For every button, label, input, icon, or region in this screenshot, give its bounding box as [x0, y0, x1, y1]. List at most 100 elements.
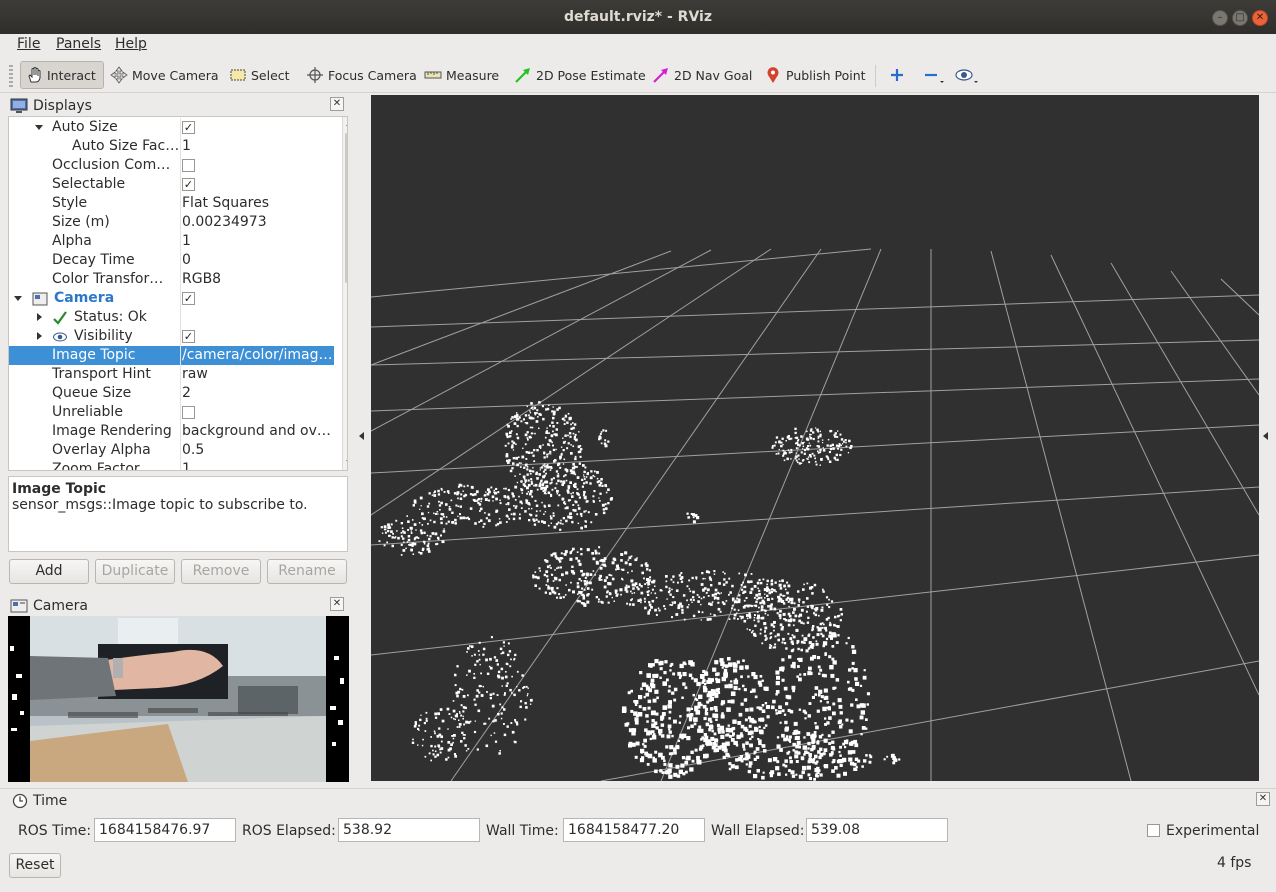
publish-point-tool-button[interactable]: Publish Point [760, 61, 870, 89]
property-key: Decay Time [9, 251, 180, 270]
displays-scrollbar[interactable] [342, 117, 347, 470]
clock-icon [12, 793, 28, 809]
property-value[interactable]: 0.00234973 [182, 213, 334, 232]
property-value[interactable]: raw [182, 365, 334, 384]
scroll-down-icon[interactable] [346, 460, 347, 465]
ros-time-label: ROS Time: [18, 823, 92, 839]
property-row-occlusion-com[interactable]: Occlusion Com… [9, 156, 334, 175]
add-button[interactable]: Add [9, 559, 89, 584]
wall-time-field[interactable]: 1684158477.20 [563, 818, 705, 842]
property-value[interactable]: 1 [182, 460, 334, 470]
property-value[interactable]: 1 [182, 137, 334, 156]
collapse-right-icon[interactable] [1263, 432, 1268, 440]
property-row-decay-time[interactable]: Decay Time 0 [9, 251, 334, 270]
3d-render-viewport[interactable] [371, 95, 1259, 781]
nav-goal-label: 2D Nav Goal [674, 67, 753, 83]
focus-camera-tool-button[interactable]: Focus Camera [302, 61, 421, 89]
property-checkbox[interactable] [182, 159, 195, 172]
scroll-up-icon[interactable] [346, 121, 347, 126]
reset-button[interactable]: Reset [9, 853, 61, 878]
menu-help[interactable]: Help [115, 36, 147, 52]
property-value[interactable]: 0 [182, 251, 334, 270]
property-row-visibility[interactable]: Visibility ✓ [9, 327, 334, 346]
grid-line [371, 250, 672, 366]
move-camera-tool-button[interactable]: Move Camera [106, 61, 223, 89]
pose-estimate-tool-button[interactable]: 2D Pose Estimate [510, 61, 650, 89]
camera-panel-title: Camera [33, 598, 88, 614]
column-divider [180, 270, 181, 289]
property-key-label: Style [52, 195, 88, 211]
grid-line [371, 378, 1259, 412]
wall-elapsed-field[interactable]: 539.08 [806, 818, 948, 842]
property-row-auto-size-fac[interactable]: Auto Size Fac… 1 [9, 137, 334, 156]
column-divider [180, 118, 181, 137]
property-row-alpha[interactable]: Alpha 1 [9, 232, 334, 251]
close-button[interactable]: ✕ [1252, 10, 1268, 26]
select-box-icon [230, 69, 246, 81]
property-checkbox[interactable]: ✓ [182, 292, 195, 305]
ros-time-field[interactable]: 1684158476.97 [94, 818, 236, 842]
property-value[interactable]: 1 [182, 232, 334, 251]
property-value[interactable]: background and ov… [182, 422, 334, 441]
property-key-label: Color Transfor… [52, 271, 164, 287]
property-value[interactable]: Flat Squares [182, 194, 334, 213]
select-label: Select [251, 67, 290, 83]
maximize-button[interactable]: □ [1232, 10, 1248, 26]
select-tool-button[interactable]: Select [225, 61, 294, 89]
measure-tool-button[interactable]: Measure [420, 61, 503, 89]
nav-goal-tool-button[interactable]: 2D Nav Goal [648, 61, 756, 89]
menu-file[interactable]: File [17, 36, 40, 52]
rename-button[interactable]: Rename [267, 559, 347, 584]
property-row-queue-size[interactable]: Queue Size 2 [9, 384, 334, 403]
property-checkbox[interactable]: ✓ [182, 178, 195, 191]
property-key: Auto Size Fac… [9, 137, 180, 156]
property-row-color-transfor[interactable]: Color Transfor… RGB8 [9, 270, 334, 289]
collapse-left-icon[interactable] [359, 432, 364, 440]
view-tool-button[interactable] [950, 61, 990, 89]
property-key: Color Transfor… [9, 270, 180, 289]
menu-panels[interactable]: Panels [56, 36, 101, 52]
property-value[interactable]: RGB8 [182, 270, 334, 289]
left-splitter[interactable] [356, 95, 368, 781]
property-checkbox[interactable] [182, 406, 195, 419]
toolbar-grip[interactable] [9, 65, 13, 87]
ros-elapsed-field[interactable]: 538.92 [338, 818, 480, 842]
property-value[interactable] [182, 308, 334, 327]
camera-image-view[interactable] [8, 616, 349, 782]
property-row-transport-hint[interactable]: Transport Hint raw [9, 365, 334, 384]
property-row-style[interactable]: Style Flat Squares [9, 194, 334, 213]
expand-down-icon[interactable] [14, 296, 22, 301]
duplicate-button[interactable]: Duplicate [95, 559, 175, 584]
property-row-overlay-alpha[interactable]: Overlay Alpha 0.5 [9, 441, 334, 460]
displays-close-icon[interactable]: ✕ [330, 97, 344, 111]
property-row-selectable[interactable]: Selectable ✓ [9, 175, 334, 194]
expand-right-icon[interactable] [37, 332, 42, 340]
property-row-unreliable[interactable]: Unreliable [9, 403, 334, 422]
remove-button[interactable]: Remove [181, 559, 261, 584]
property-row-auto-size[interactable]: Auto Size ✓ [9, 118, 334, 137]
property-value[interactable]: 2 [182, 384, 334, 403]
expand-down-icon[interactable] [35, 125, 43, 130]
right-splitter[interactable] [1260, 95, 1272, 781]
property-checkbox[interactable]: ✓ [182, 330, 195, 343]
property-row-image-rendering[interactable]: Image Rendering background and ov… [9, 422, 334, 441]
minimize-button[interactable]: – [1212, 10, 1228, 26]
interact-tool-button[interactable]: Interact [20, 61, 104, 89]
monitor-icon [10, 98, 28, 113]
property-row-status-ok[interactable]: Status: Ok [9, 308, 334, 327]
time-panel-close-icon[interactable]: ✕ [1256, 792, 1270, 806]
camera-panel-close-icon[interactable]: ✕ [330, 597, 344, 611]
property-checkbox[interactable]: ✓ [182, 121, 195, 134]
property-row-image-topic[interactable]: Image Topic/camera/color/imag… [9, 346, 334, 365]
add-tool-button[interactable] [884, 61, 914, 89]
property-value[interactable]: 0.5 [182, 441, 334, 460]
property-row-camera[interactable]: Camera ✓ [9, 289, 334, 308]
expand-right-icon[interactable] [37, 313, 42, 321]
column-divider [180, 365, 181, 384]
scroll-thumb[interactable] [345, 133, 347, 283]
experimental-checkbox[interactable] [1147, 824, 1160, 837]
grid-line [371, 339, 1259, 366]
property-row-zoom-factor[interactable]: Zoom Factor 1 [9, 460, 334, 470]
property-row-size-m[interactable]: Size (m) 0.00234973 [9, 213, 334, 232]
property-value[interactable]: /camera/color/imag… [182, 346, 334, 365]
